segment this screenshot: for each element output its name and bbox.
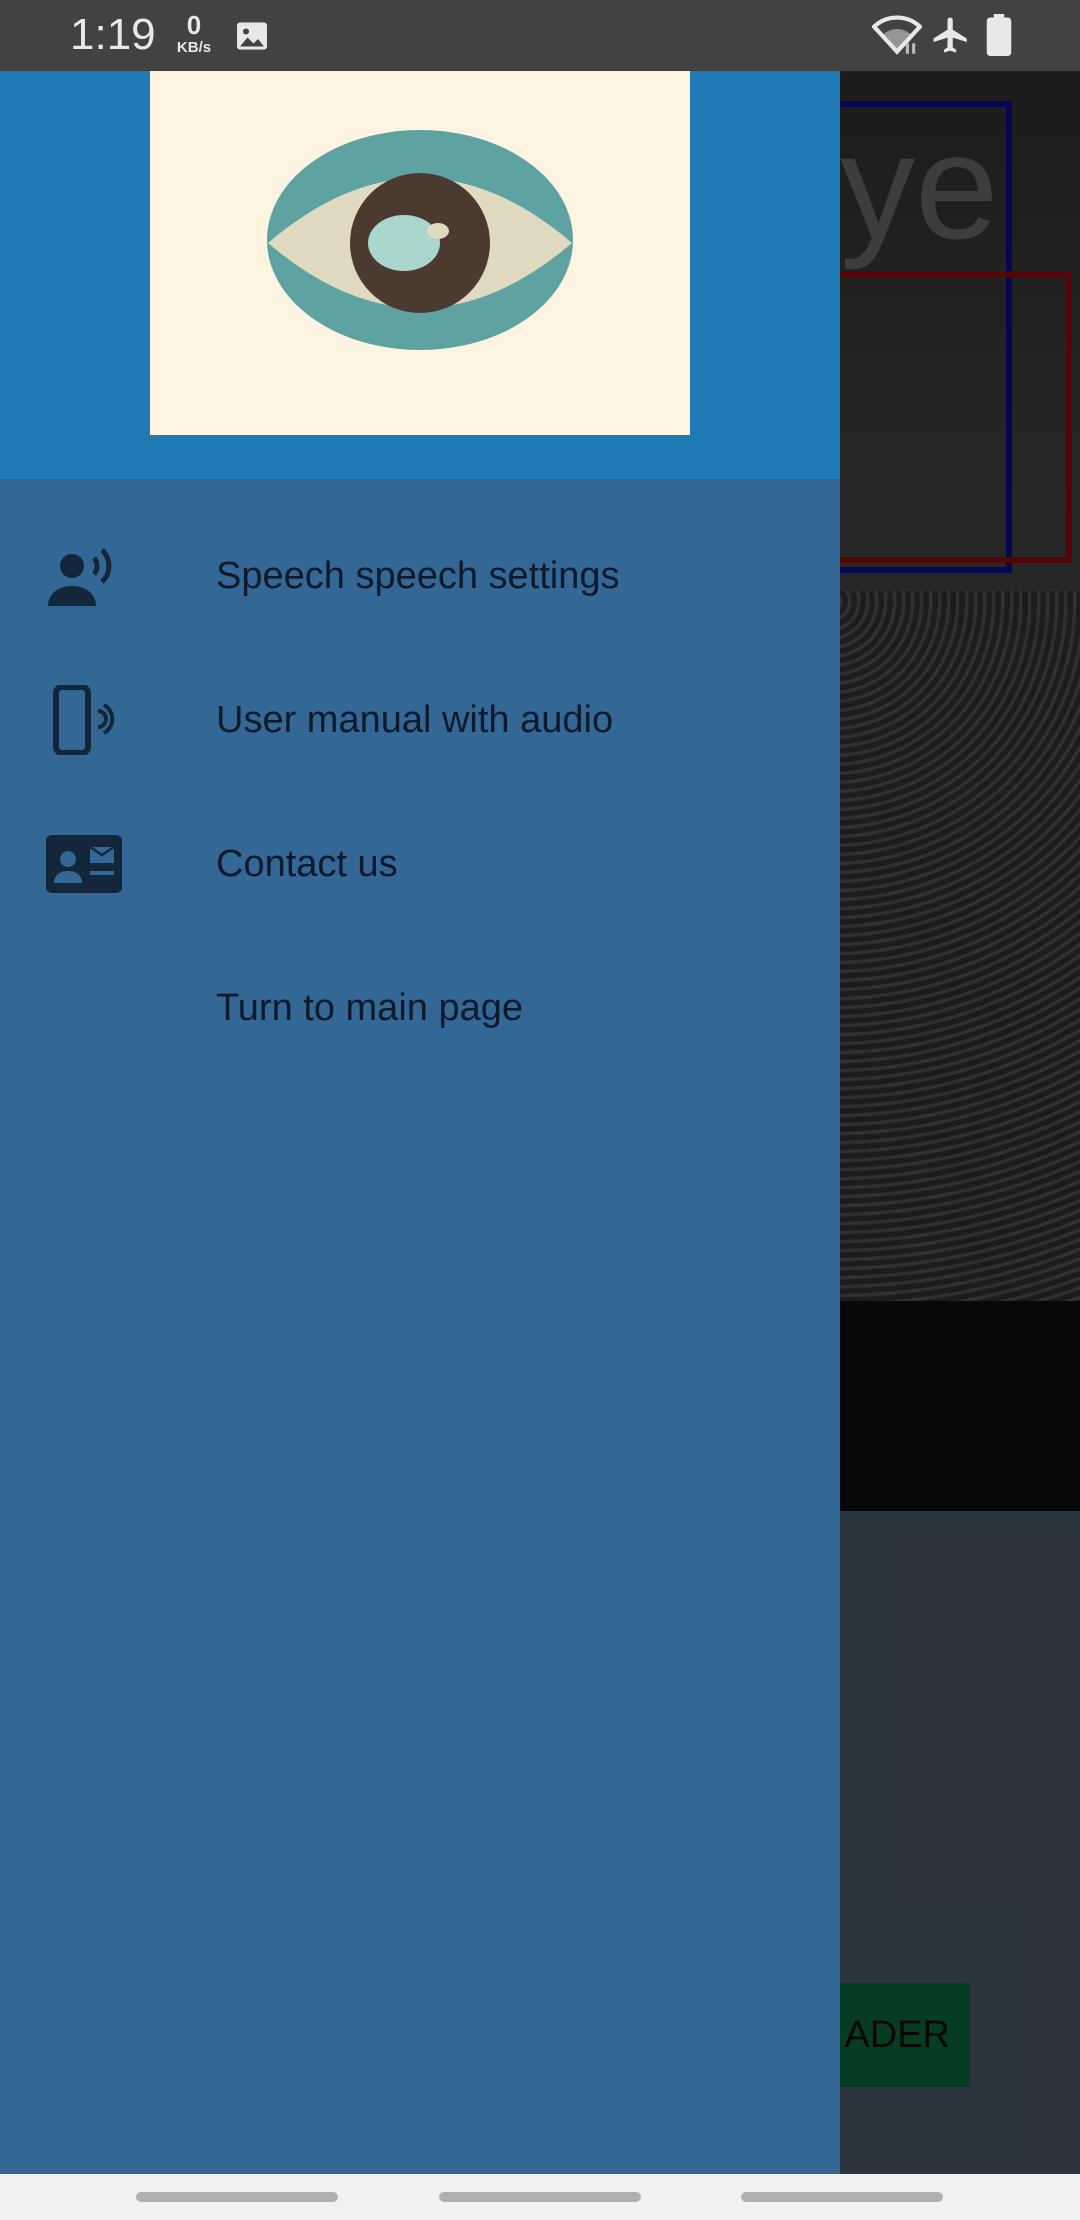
menu-item-main-page[interactable]: Turn to main page — [0, 936, 840, 1080]
status-bar: 1:19 0 KB/s — [0, 0, 1080, 71]
menu-item-label: Turn to main page — [216, 987, 523, 1029]
menu-item-label: Contact us — [216, 843, 398, 885]
nav-home-handle[interactable] — [439, 2192, 641, 2202]
menu-item-label: Speech speech settings — [216, 555, 620, 597]
contact-card-icon — [46, 826, 122, 902]
airplane-mode-icon — [930, 14, 972, 61]
battery-icon — [984, 14, 1014, 61]
phone-audio-icon — [46, 682, 122, 758]
speaker-person-icon — [46, 538, 122, 614]
gesture-nav-bar — [0, 2174, 1080, 2220]
menu-item-speech-settings[interactable]: Speech speech settings — [0, 504, 840, 648]
network-speed: 0 KB/s — [172, 12, 216, 55]
menu-item-label: User manual with audio — [216, 699, 614, 741]
image-icon — [234, 18, 270, 59]
menu-item-contact-us[interactable]: Contact us — [0, 792, 840, 936]
eye-logo — [150, 71, 690, 435]
drawer-header — [0, 71, 840, 479]
status-time: 1:19 — [70, 10, 156, 59]
nav-recents-handle[interactable] — [741, 2192, 943, 2202]
network-speed-value: 0 — [186, 10, 202, 40]
network-speed-unit: KB/s — [176, 39, 212, 56]
navigation-drawer: Speech speech settings User manual with … — [0, 71, 840, 2174]
nav-back-handle[interactable] — [136, 2192, 338, 2202]
wifi-icon — [871, 14, 923, 61]
menu-item-user-manual[interactable]: User manual with audio — [0, 648, 840, 792]
